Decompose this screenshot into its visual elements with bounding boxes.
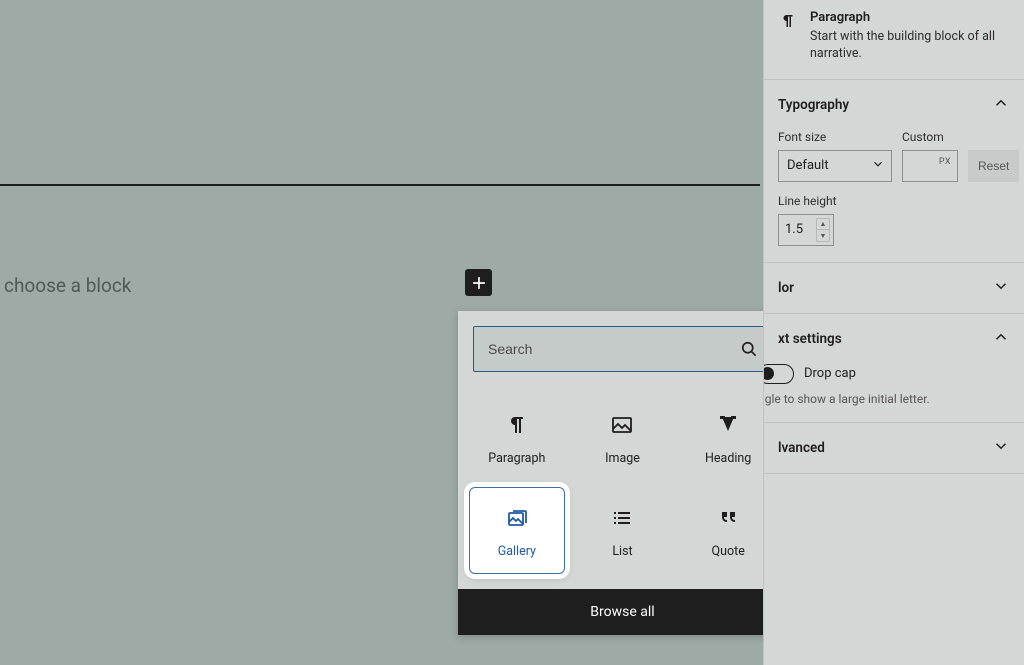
add-block-button[interactable] (465, 269, 492, 296)
text-settings-toggle[interactable]: xt settings (764, 314, 1024, 364)
block-label: Quote (711, 544, 744, 559)
panel-title: lor (778, 280, 794, 296)
panel-title: lvanced (778, 440, 825, 456)
panel-title: xt settings (778, 331, 842, 347)
block-item-gallery[interactable]: Gallery (469, 487, 565, 574)
separator-block (0, 184, 760, 186)
block-item-image[interactable]: Image (570, 393, 676, 482)
gallery-icon (505, 506, 529, 530)
custom-label: Custom (902, 130, 958, 144)
color-toggle[interactable]: lor (764, 263, 1024, 313)
quote-icon (716, 506, 740, 530)
browse-all-button[interactable]: Browse all (458, 589, 787, 635)
font-size-label: Font size (778, 130, 892, 144)
line-height-input[interactable]: 1.5 ▲▼ (778, 214, 834, 246)
list-icon (610, 506, 634, 530)
chevron-down-icon (992, 437, 1010, 459)
plus-icon (469, 273, 489, 293)
block-label: List (612, 544, 632, 559)
unit-label: PX (939, 157, 951, 167)
block-item-list[interactable]: List (570, 482, 676, 579)
color-panel: lor (764, 263, 1024, 314)
font-size-value: Default (787, 158, 829, 173)
paragraph-icon (778, 10, 798, 63)
image-icon (610, 413, 634, 437)
line-height-label: Line height (778, 194, 1010, 208)
chevron-down-icon (992, 277, 1010, 299)
block-title: Paragraph (810, 10, 1010, 25)
font-size-select[interactable]: Default (778, 150, 892, 182)
block-item-paragraph[interactable]: Paragraph (464, 393, 570, 482)
heading-icon (716, 413, 740, 437)
chevron-up-icon (992, 94, 1010, 116)
block-label: Paragraph (488, 451, 545, 466)
panel-title: Typography (778, 97, 849, 113)
block-description: Start with the building block of all nar… (810, 29, 1010, 63)
search-field-wrap (473, 326, 772, 372)
block-inserter-popover: Paragraph Image Heading Gallery (458, 311, 787, 635)
drop-cap-label: Drop cap (804, 366, 856, 381)
search-input[interactable] (474, 341, 727, 357)
block-label: Image (605, 451, 640, 466)
advanced-panel: lvanced (764, 423, 1024, 474)
stepper-icon[interactable]: ▲▼ (816, 218, 830, 242)
paragraph-placeholder[interactable]: choose a block (4, 274, 131, 297)
chevron-down-icon (871, 157, 885, 175)
drop-cap-toggle[interactable] (764, 364, 794, 384)
typography-panel: Typography Font size Default Custom PX (764, 80, 1024, 263)
editor-canvas[interactable]: choose a block Paragraph (0, 0, 763, 665)
block-label: Gallery (498, 544, 536, 559)
settings-sidebar: Paragraph Start with the building block … (763, 0, 1024, 665)
text-settings-panel: xt settings Drop cap ggle to show a larg… (764, 314, 1024, 423)
block-card: Paragraph Start with the building block … (764, 0, 1024, 80)
paragraph-icon (505, 413, 529, 437)
reset-button[interactable]: Reset (968, 150, 1019, 182)
line-height-value: 1.5 (785, 222, 803, 237)
block-label: Heading (705, 451, 751, 466)
advanced-toggle[interactable]: lvanced (764, 423, 1024, 473)
drop-cap-hint: ggle to show a large initial letter. (764, 392, 1010, 406)
chevron-up-icon (992, 328, 1010, 350)
custom-size-input[interactable]: PX (902, 150, 958, 182)
typography-toggle[interactable]: Typography (764, 80, 1024, 130)
